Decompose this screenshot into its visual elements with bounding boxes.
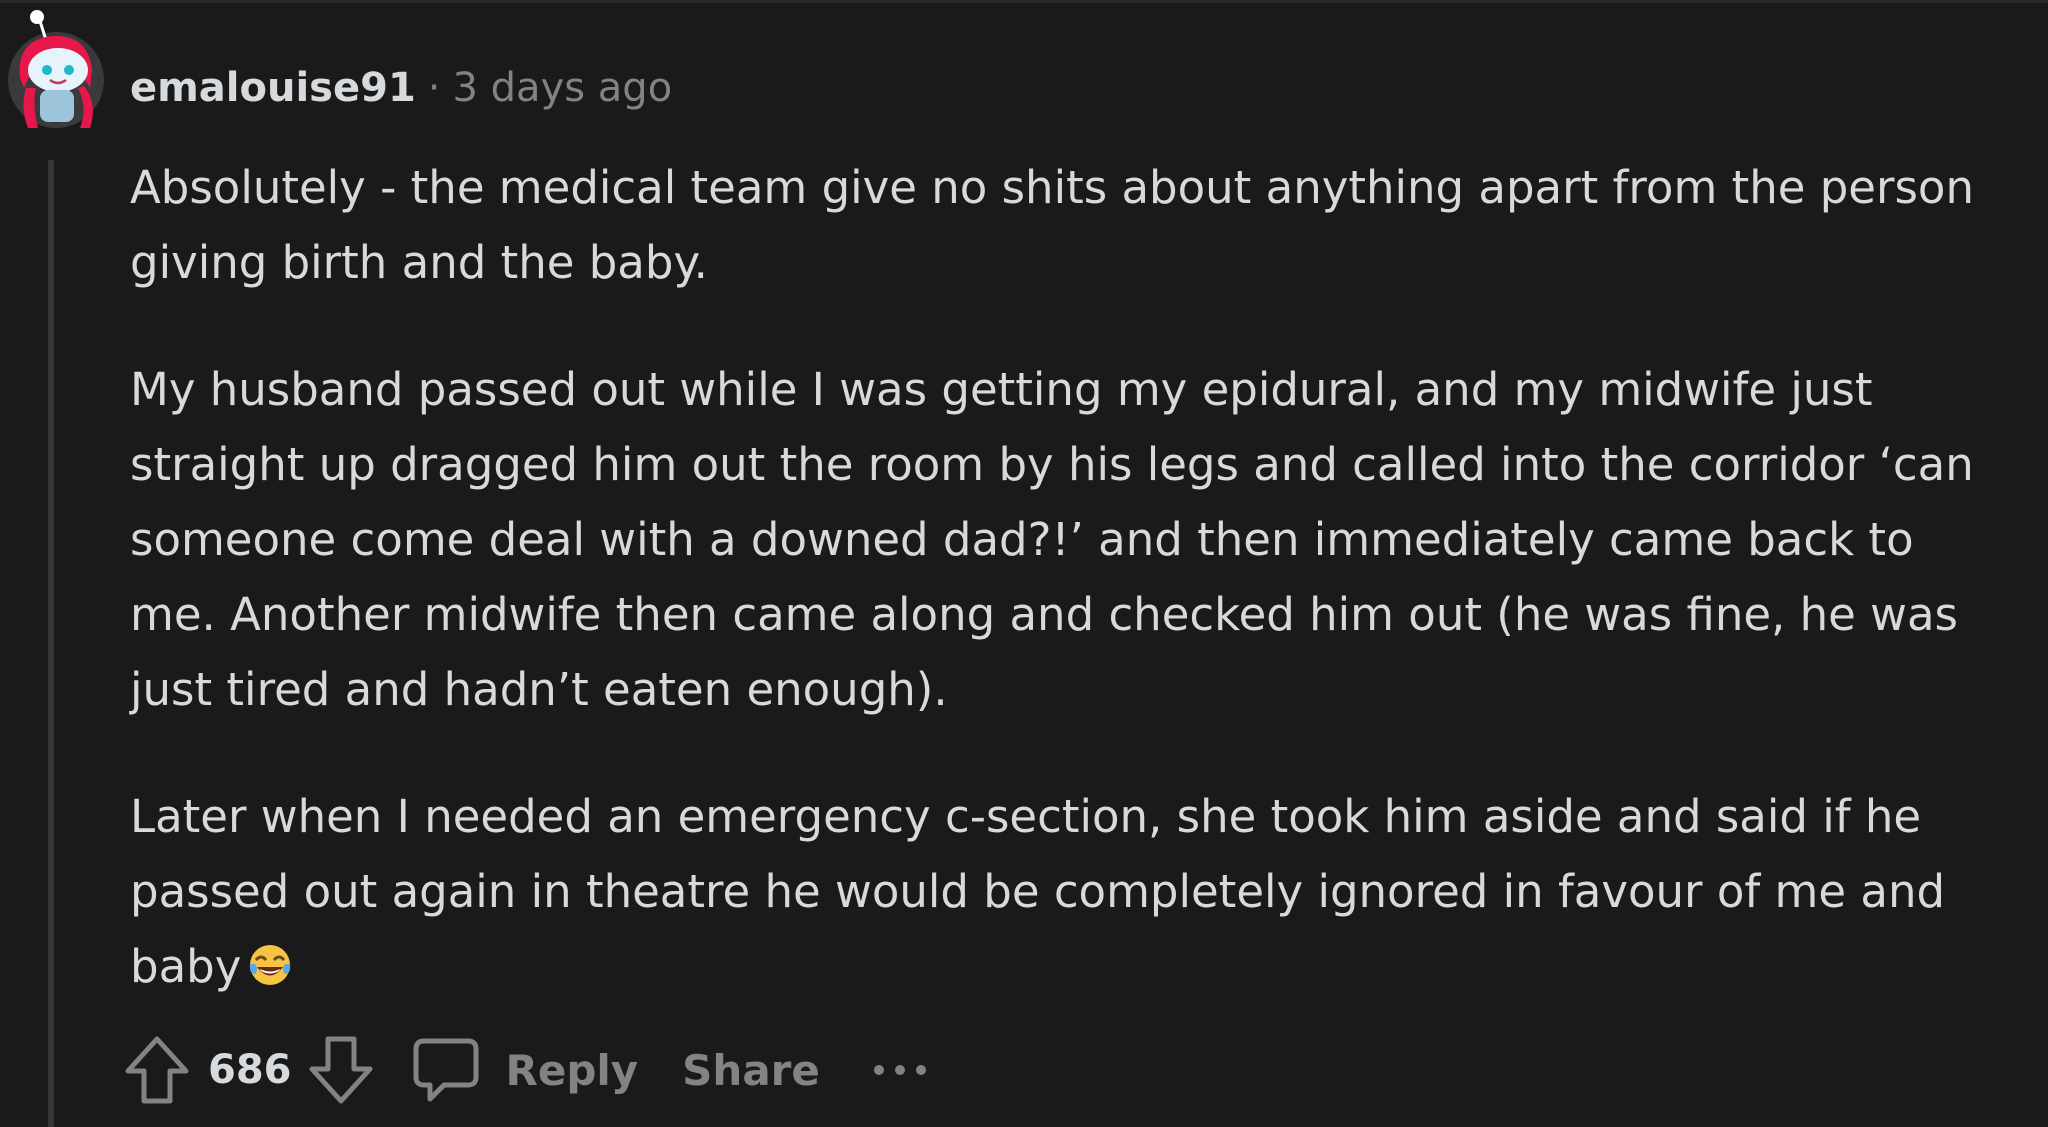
upvote-arrow-icon xyxy=(125,1036,189,1104)
comment-header: emalouise91 · 3 days ago xyxy=(130,60,672,116)
thread-line[interactable] xyxy=(48,160,54,1127)
comment-paragraph: Absolutely - the medical team give no sh… xyxy=(130,161,1974,289)
upvote-button[interactable] xyxy=(124,1035,190,1105)
comment-paragraph-text: Later when I needed an emergency c-secti… xyxy=(130,790,1946,993)
more-options-button[interactable] xyxy=(872,1063,928,1077)
comment-body: Absolutely - the medical team give no sh… xyxy=(130,150,2010,1056)
timestamp[interactable]: 3 days ago xyxy=(453,65,673,111)
comment-paragraph: My husband passed out while I was gettin… xyxy=(130,363,1974,716)
speech-bubble-icon xyxy=(413,1038,478,1102)
user-avatar[interactable] xyxy=(6,4,106,134)
comment-actions: 686 Reply Share xyxy=(124,1032,928,1108)
more-options-icon xyxy=(873,1065,926,1075)
top-border xyxy=(0,0,2048,3)
reply-label: Reply xyxy=(505,1045,639,1095)
vote-score: 686 xyxy=(208,1047,292,1093)
tears-of-joy-emoji xyxy=(250,945,291,985)
separator-dot: · xyxy=(427,65,441,111)
reply-button[interactable]: Reply xyxy=(412,1037,639,1103)
share-button[interactable]: Share xyxy=(682,1046,820,1095)
comment-paragraph: Later when I needed an emergency c-secti… xyxy=(130,779,2010,1004)
downvote-button[interactable] xyxy=(308,1035,374,1105)
downvote-arrow-icon xyxy=(309,1036,372,1104)
username[interactable]: emalouise91 xyxy=(130,65,416,111)
